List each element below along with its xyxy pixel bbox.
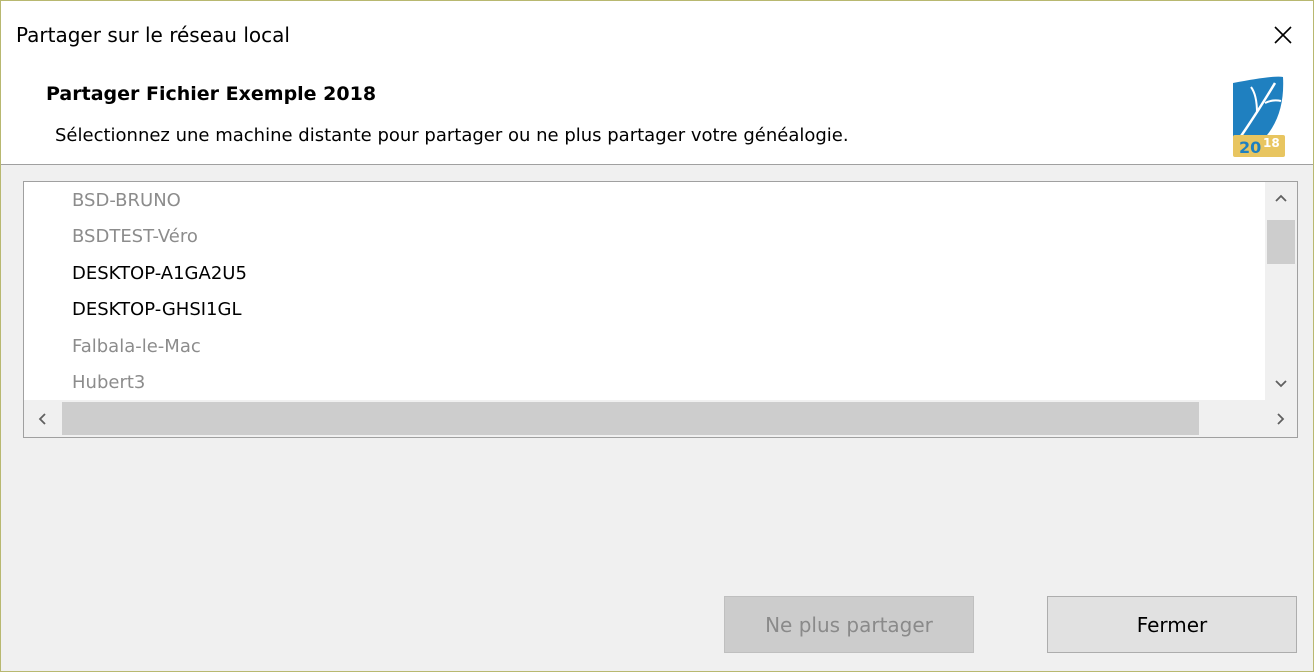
horizontal-scrollbar[interactable] bbox=[24, 400, 1267, 437]
scroll-down-button[interactable] bbox=[1265, 368, 1297, 400]
list-item-machine: BSDTEST-Véro bbox=[72, 226, 198, 247]
header-title: Partager Fichier Exemple 2018 bbox=[46, 83, 377, 105]
app-logo-icon: 20 18 bbox=[1233, 76, 1285, 157]
close-icon bbox=[1274, 26, 1292, 44]
chevron-right-icon bbox=[1277, 412, 1285, 425]
chevron-up-icon bbox=[1275, 194, 1287, 202]
scroll-right-button[interactable] bbox=[1265, 400, 1297, 437]
scroll-up-button[interactable] bbox=[1265, 182, 1297, 214]
machine-list[interactable]: BSD-BRUNO BSDTEST-Véro DESKTOP-A1GA2U5 D… bbox=[23, 181, 1298, 438]
list-item-machine[interactable]: DESKTOP-A1GA2U5 bbox=[72, 259, 247, 289]
horizontal-scroll-thumb[interactable] bbox=[62, 402, 1199, 435]
machine-list-items: BSD-BRUNO BSDTEST-Véro DESKTOP-A1GA2U5 D… bbox=[24, 182, 1267, 400]
chevron-left-icon bbox=[38, 412, 46, 425]
share-dialog: Partager sur le réseau local Partager Fi… bbox=[0, 0, 1314, 672]
scroll-left-button[interactable] bbox=[24, 400, 60, 437]
svg-text:20: 20 bbox=[1239, 138, 1261, 157]
scroll-corner bbox=[1265, 400, 1297, 437]
list-item-machine: Hubert3 bbox=[72, 372, 146, 393]
chevron-down-icon bbox=[1275, 380, 1287, 388]
list-item-machine: Falbala-le-Mac bbox=[72, 336, 201, 357]
header-subtitle: Sélectionnez une machine distante pour p… bbox=[55, 125, 849, 146]
title-bar: Partager sur le réseau local bbox=[1, 1, 1313, 67]
dialog-header: Partager Fichier Exemple 2018 Sélectionn… bbox=[1, 67, 1313, 165]
close-button[interactable]: Fermer bbox=[1047, 596, 1297, 653]
list-item-machine: BSD-BRUNO bbox=[72, 190, 181, 211]
unshare-button[interactable]: Ne plus partager bbox=[724, 596, 974, 653]
list-item-machine[interactable]: DESKTOP-GHSI1GL bbox=[72, 295, 242, 325]
close-window-button[interactable] bbox=[1263, 15, 1303, 55]
vertical-scrollbar[interactable] bbox=[1265, 182, 1297, 400]
svg-text:18: 18 bbox=[1263, 136, 1280, 150]
vertical-scroll-thumb[interactable] bbox=[1267, 220, 1295, 264]
window-title: Partager sur le réseau local bbox=[16, 23, 290, 47]
